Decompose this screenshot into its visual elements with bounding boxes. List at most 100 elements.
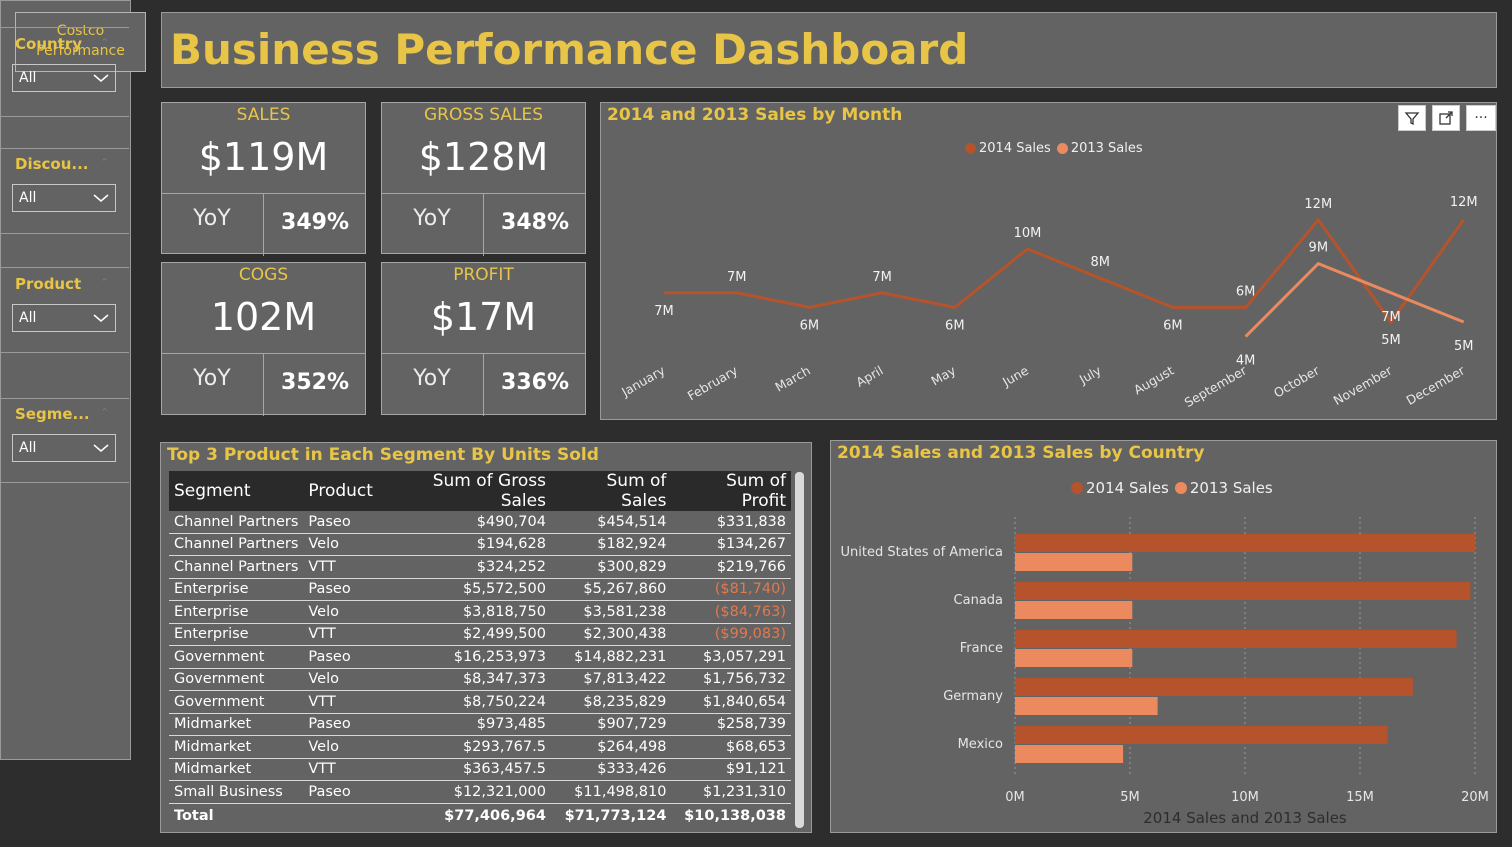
col-header-gross-sales[interactable]: Sum of Gross Sales — [377, 471, 551, 511]
table-row[interactable]: Government Paseo $16,253,973 $14,882,231 $3,… — [169, 645, 791, 669]
chevron-icon[interactable]: ⌃ — [100, 156, 109, 169]
table-total-row[interactable]: Total $77,406,964 $71,773,124 $10,138,038 — [169, 803, 791, 828]
cell-segment: Total — [174, 807, 214, 824]
table-row[interactable]: Government Velo $8,347,373 $7,813,422 $1,756… — [169, 668, 791, 691]
data-label: 6M — [945, 318, 965, 333]
series-line-2013[interactable] — [1244, 261, 1465, 338]
table-row[interactable]: Enterprise VTT $2,499,500 $2,300,438 ($99,08… — [169, 623, 791, 646]
cell-gross-sales: $293,767.5 — [377, 735, 551, 759]
cell-sales: $454,514 — [550, 511, 672, 534]
slicer-product-title: Product — [15, 275, 82, 293]
cell-product: VTT — [303, 555, 378, 579]
cell-segment: Enterprise — [169, 623, 304, 646]
kpi-profit-card[interactable]: PROFIT $17M YoY 336% — [381, 262, 586, 416]
x-tick-label: November — [1331, 362, 1396, 408]
data-label: 8M — [1090, 255, 1110, 270]
bar-2014[interactable] — [1015, 630, 1457, 648]
cell-sales: $264,498 — [550, 735, 672, 759]
col-header-profit[interactable]: Sum of Profit — [671, 471, 791, 511]
cell-sales: $3,581,238 — [550, 600, 672, 624]
bar-2013[interactable] — [1015, 697, 1158, 715]
cell-segment: Government — [169, 690, 304, 714]
table-row[interactable]: Enterprise Paseo $5,572,500 $5,267,860 ($81,… — [169, 578, 791, 601]
cell-product: Velo — [303, 735, 378, 759]
data-label: 10M — [1014, 226, 1042, 241]
cell-sales: $2,300,438 — [550, 623, 672, 646]
bar-2013[interactable] — [1015, 601, 1133, 619]
bar-2014[interactable] — [1015, 582, 1471, 600]
slicer-sidebar: Country ⌃ All Discou... ⌃ All Product ⌃ … — [0, 0, 131, 760]
bar-2013[interactable] — [1015, 745, 1124, 763]
cell-product: Velo — [303, 600, 378, 624]
chevron-down-icon — [93, 74, 109, 82]
table-row[interactable]: Channel Partners VTT $324,252 $300,829 $219,… — [169, 555, 791, 579]
kpi-cogs-card[interactable]: COGS 102M YoY 352% — [161, 262, 366, 416]
cell-gross-sales: $77,406,964 — [444, 807, 546, 824]
product-dropdown-value: All — [19, 310, 37, 326]
country-dropdown[interactable]: All — [12, 64, 116, 92]
divider — [263, 194, 264, 256]
data-label: 6M — [1163, 318, 1183, 333]
slicer-segment-title: Segme... — [15, 405, 90, 423]
chevron-icon[interactable]: ⌃ — [100, 276, 109, 289]
x-tick-label: March — [772, 363, 813, 395]
bar-2013[interactable] — [1015, 553, 1133, 571]
col-header-segment[interactable]: Segment — [169, 471, 304, 511]
cell-gross-sales: $8,347,373 — [377, 668, 551, 691]
top-products-table: Segment Product Sum of Gross Sales Sum o… — [169, 471, 791, 828]
cell-segment: Enterprise — [169, 578, 304, 601]
monthly-sales-line-chart[interactable]: 2014 and 2013 Sales by Month ··· 2014 Sa… — [600, 102, 1497, 420]
table-row[interactable]: Channel Partners Velo $194,628 $182,924 $134… — [169, 533, 791, 556]
kpi-sales-card[interactable]: SALES $119M YoY 349% — [161, 102, 366, 256]
kpi-label: COGS — [238, 265, 289, 285]
cell-profit: $1,756,732 — [671, 668, 791, 691]
product-dropdown[interactable]: All — [12, 304, 116, 332]
cell-gross-sales: $5,572,500 — [377, 578, 551, 601]
data-label: 7M — [1381, 310, 1401, 325]
cell-sales: $333,426 — [550, 758, 672, 781]
bar-2014[interactable] — [1015, 534, 1475, 552]
table-row[interactable]: Government VTT $8,750,224 $8,235,829 $1,840,… — [169, 690, 791, 714]
bar-2014[interactable] — [1015, 726, 1388, 744]
kpi-gross-sales-card[interactable]: GROSS SALES $128M YoY 348% — [381, 102, 586, 256]
top-products-table-visual[interactable]: Top 3 Product in Each Segment By Units S… — [160, 442, 812, 833]
chevron-icon[interactable]: ⌃ — [100, 36, 109, 49]
cell-gross-sales: $16,253,973 — [377, 645, 551, 669]
table-row[interactable]: Midmarket VTT $363,457.5 $333,426 $91,121 — [169, 758, 791, 781]
segment-dropdown[interactable]: All — [12, 434, 116, 462]
col-header-product[interactable]: Product — [303, 471, 378, 511]
divider — [0, 233, 129, 234]
cell-profit: $331,838 — [671, 511, 791, 534]
x-tick-label: 10M — [1231, 790, 1259, 805]
table-row[interactable]: Enterprise Velo $3,818,750 $3,581,238 ($84,7… — [169, 600, 791, 624]
segment-dropdown-value: All — [19, 440, 37, 456]
divider — [0, 482, 129, 483]
x-tick-label: January — [618, 362, 668, 399]
bar-2013[interactable] — [1015, 649, 1133, 667]
cell-gross-sales: $973,485 — [377, 713, 551, 736]
table-row[interactable]: Midmarket Velo $293,767.5 $264,498 $68,653 — [169, 735, 791, 759]
cell-segment: Midmarket — [169, 735, 304, 759]
country-dropdown-value: All — [19, 70, 37, 86]
x-tick-label: August — [1131, 363, 1176, 398]
cell-sales: $182,924 — [550, 533, 672, 556]
divider — [0, 398, 129, 399]
table-row[interactable]: Channel Partners Paseo $490,704 $454,514 $33… — [169, 511, 791, 534]
table-row[interactable]: Midmarket Paseo $973,485 $907,729 $258,739 — [169, 713, 791, 736]
cell-segment: Government — [169, 645, 304, 669]
cell-gross-sales: $8,750,224 — [377, 690, 551, 714]
country-sales-bar-chart[interactable]: 2014 Sales and 2013 Sales by Country 201… — [830, 440, 1497, 833]
col-header-sales[interactable]: Sum of Sales — [550, 471, 672, 511]
x-tick-label: July — [1076, 362, 1104, 387]
cell-profit: $68,653 — [671, 735, 791, 759]
table-scrollbar[interactable] — [795, 472, 804, 828]
table-row[interactable]: Small Business Paseo $12,321,000 $11,498,81… — [169, 780, 791, 804]
chevron-icon[interactable]: ⌃ — [100, 406, 109, 419]
cell-gross-sales: $363,457.5 — [377, 758, 551, 781]
cell-sales: $71,773,124 — [564, 807, 667, 824]
series-line-2014[interactable] — [664, 217, 1465, 325]
discount-dropdown[interactable]: All — [12, 184, 116, 212]
bar-2014[interactable] — [1015, 678, 1413, 696]
kpi-label: GROSS SALES — [423, 105, 544, 125]
cell-gross-sales: $3,818,750 — [377, 600, 551, 624]
